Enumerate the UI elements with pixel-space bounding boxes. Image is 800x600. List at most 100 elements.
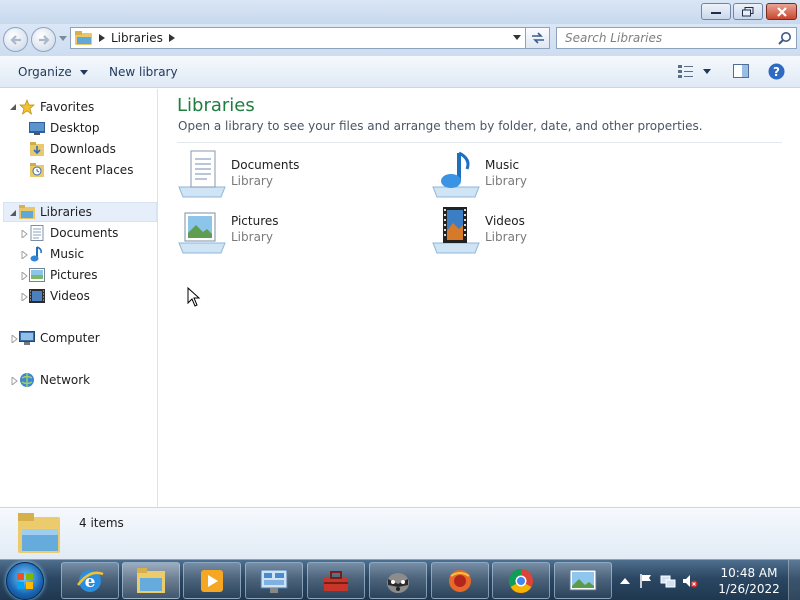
- start-button[interactable]: [6, 562, 44, 600]
- tile-name: Documents: [231, 158, 300, 172]
- breadcrumb-arrow-icon[interactable]: [99, 34, 105, 42]
- action-center-flag-icon[interactable]: [638, 573, 654, 589]
- view-dropdown-icon[interactable]: [703, 69, 711, 74]
- library-tile-music[interactable]: Music Library: [431, 149, 671, 199]
- nav-network[interactable]: Network: [18, 370, 90, 390]
- mouse-cursor-icon: [187, 287, 201, 307]
- help-icon[interactable]: ?: [768, 63, 785, 80]
- photo-viewer-icon: [569, 569, 597, 590]
- nav-recent-places[interactable]: Recent Places: [28, 160, 133, 180]
- search-input[interactable]: [557, 28, 767, 48]
- taskbar-windows-explorer[interactable]: [122, 562, 180, 599]
- media-player-icon: [201, 569, 223, 592]
- clock-time: 10:48 AM: [720, 566, 778, 580]
- refresh-icon: [531, 32, 544, 44]
- pictures-library-icon: [178, 212, 226, 254]
- nav-favorites[interactable]: Favorites: [18, 97, 94, 117]
- taskbar-raccoon-app[interactable]: [369, 562, 427, 599]
- taskbar-internet-explorer[interactable]: e: [61, 562, 119, 599]
- nav-downloads[interactable]: Downloads: [28, 139, 116, 159]
- raccoon-icon: [387, 572, 409, 593]
- preview-pane-icon[interactable]: [733, 64, 749, 78]
- volume-muted-icon[interactable]: [682, 573, 698, 589]
- nav-desktop[interactable]: Desktop: [28, 118, 100, 138]
- videos-library-icon: [432, 207, 480, 254]
- notification-area: [620, 560, 698, 600]
- expanded-arrow-icon[interactable]: [9, 103, 17, 111]
- taskbar-media-player[interactable]: [183, 562, 241, 599]
- forward-button[interactable]: [31, 27, 56, 52]
- nav-documents[interactable]: Documents: [28, 223, 118, 243]
- refresh-button[interactable]: [526, 27, 550, 49]
- search-icon[interactable]: [778, 31, 792, 45]
- breadcrumb-arrow-icon[interactable]: [168, 34, 175, 42]
- expanded-arrow-icon[interactable]: [9, 209, 17, 217]
- recent-pages-dropdown-icon[interactable]: [59, 36, 67, 41]
- svg-text:?: ?: [773, 65, 780, 79]
- computer-icon: [18, 330, 35, 346]
- restore-icon: [742, 6, 754, 16]
- documents-icon: [28, 225, 45, 241]
- view-options-icon[interactable]: [678, 64, 694, 78]
- videos-icon: [28, 288, 45, 304]
- organize-button[interactable]: Organize: [18, 65, 88, 79]
- nav-computer-label: Computer: [40, 331, 100, 345]
- new-library-button[interactable]: New library: [109, 65, 178, 79]
- address-dropdown-icon[interactable]: [513, 35, 521, 40]
- show-desktop-button[interactable]: [788, 560, 800, 600]
- minimize-button[interactable]: [701, 3, 731, 20]
- search-box[interactable]: [556, 27, 797, 49]
- nav-pictures-label: Pictures: [50, 268, 98, 282]
- back-button[interactable]: [3, 27, 28, 52]
- library-tile-videos[interactable]: Videos Library: [431, 205, 671, 255]
- nav-desktop-label: Desktop: [50, 121, 100, 135]
- item-count: 4 items: [79, 516, 124, 530]
- pictures-icon: [28, 267, 45, 283]
- address-bar[interactable]: Libraries: [70, 27, 526, 49]
- library-tile-documents[interactable]: Documents Library: [177, 149, 417, 199]
- recent-places-icon: [28, 162, 45, 178]
- close-button[interactable]: [766, 3, 797, 20]
- music-library-icon: [432, 151, 480, 198]
- star-icon: [18, 99, 35, 115]
- minimize-icon: [711, 11, 721, 14]
- network-status-icon[interactable]: [660, 573, 676, 589]
- internet-explorer-icon: e: [77, 569, 104, 592]
- back-arrow-icon: [9, 34, 21, 45]
- details-pane: 4 items: [0, 507, 800, 559]
- show-hidden-icons-icon[interactable]: [620, 577, 630, 585]
- taskbar-clock[interactable]: 10:48 AM 1/26/2022: [712, 565, 786, 597]
- taskbar-browser-app[interactable]: [431, 562, 489, 599]
- taskbar: e 10:48 AM 1/26/2022: [0, 559, 800, 600]
- forward-arrow-icon: [38, 34, 50, 45]
- address-row: Libraries: [0, 24, 800, 56]
- tile-name: Pictures: [231, 214, 279, 228]
- nav-favorites-label: Favorites: [40, 100, 95, 114]
- desktop-icon: [28, 120, 45, 136]
- chevron-down-icon: [79, 70, 88, 75]
- tile-name: Videos: [485, 214, 525, 228]
- nav-libraries[interactable]: Libraries: [3, 202, 157, 222]
- downloads-folder-icon: [28, 141, 45, 157]
- nav-music-label: Music: [50, 247, 85, 261]
- nav-videos[interactable]: Videos: [28, 286, 90, 306]
- nav-recent-places-label: Recent Places: [50, 163, 134, 177]
- nav-computer[interactable]: Computer: [18, 328, 100, 348]
- taskbar-toolbox[interactable]: [307, 562, 365, 599]
- taskbar-control-panel[interactable]: [245, 562, 303, 599]
- navigation-pane: Favorites Desktop Downloads Recent Place…: [0, 89, 158, 507]
- nav-music[interactable]: Music: [28, 244, 84, 264]
- close-icon: [776, 6, 787, 17]
- taskbar-chrome[interactable]: [492, 562, 550, 599]
- nav-videos-label: Videos: [50, 289, 90, 303]
- tile-kind: Library: [485, 230, 527, 244]
- nav-pictures[interactable]: Pictures: [28, 265, 98, 285]
- taskbar-photo-viewer[interactable]: [554, 562, 612, 599]
- organize-label: Organize: [18, 65, 72, 79]
- network-icon: [18, 372, 35, 388]
- toolbox-icon: [324, 570, 348, 591]
- control-panel-icon: [260, 569, 288, 593]
- restore-button[interactable]: [733, 3, 763, 20]
- library-tile-pictures[interactable]: Pictures Library: [177, 205, 417, 255]
- breadcrumb-libraries[interactable]: Libraries: [111, 31, 163, 45]
